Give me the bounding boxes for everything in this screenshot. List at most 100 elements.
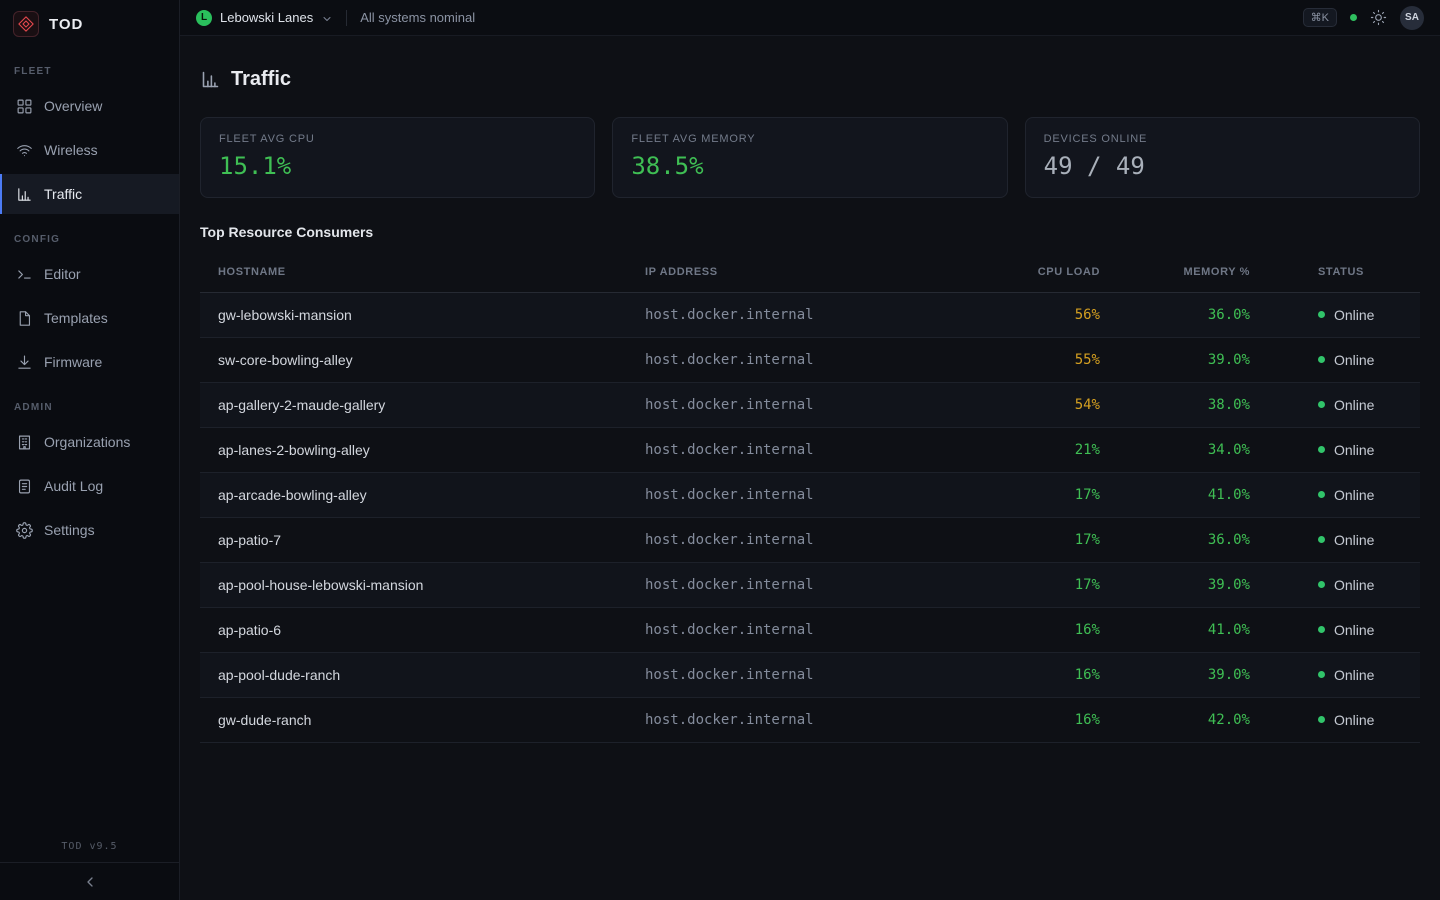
table-row[interactable]: ap-lanes-2-bowling-alley host.docker.int… [200, 427, 1420, 472]
chevron-left-icon [82, 874, 98, 890]
ip-address-cell: host.docker.internal [645, 517, 975, 562]
sidebar-item-organizations[interactable]: Organizations [0, 422, 179, 462]
hostname-cell: ap-pool-house-lebowski-mansion [200, 562, 645, 607]
section-label-config: CONFIG [0, 216, 179, 252]
status-label: Online [1334, 622, 1374, 638]
org-switcher[interactable]: L Lebowski Lanes [196, 10, 333, 26]
status-cell: Online [1250, 427, 1420, 472]
command-palette-shortcut[interactable]: ⌘K [1303, 8, 1337, 27]
hostname-cell: ap-gallery-2-maude-gallery [200, 382, 645, 427]
topbar-right-cluster: ⌘K SA [1303, 6, 1424, 30]
bar-chart-icon [16, 186, 33, 203]
online-dot-icon [1318, 446, 1325, 453]
table-row[interactable]: sw-core-bowling-alley host.docker.intern… [200, 337, 1420, 382]
ip-address-cell: host.docker.internal [645, 472, 975, 517]
sidebar-item-traffic[interactable]: Traffic [0, 174, 179, 214]
hostname-cell: ap-pool-dude-ranch [200, 652, 645, 697]
stat-card-fleet-avg-cpu: FLEET AVG CPU 15.1% [200, 117, 595, 198]
status-cell: Online [1250, 652, 1420, 697]
sidebar-item-label: Overview [44, 98, 102, 114]
status-label: Online [1334, 397, 1374, 413]
table-row[interactable]: ap-patio-6 host.docker.internal 16% 41.0… [200, 607, 1420, 652]
memory-cell: 41.0% [1100, 472, 1250, 517]
stat-card-devices-online: DEVICES ONLINE 49 / 49 [1025, 117, 1420, 198]
memory-cell: 39.0% [1100, 562, 1250, 607]
status-cell: Online [1250, 292, 1420, 337]
hostname-cell: gw-dude-ranch [200, 697, 645, 742]
cpu-load-cell: 56% [975, 292, 1100, 337]
brand-row: TOD [0, 0, 179, 48]
sidebar-item-audit-log[interactable]: Audit Log [0, 466, 179, 506]
sidebar-item-overview[interactable]: Overview [0, 86, 179, 126]
status-label: Online [1334, 532, 1374, 548]
page-title: Traffic [231, 68, 291, 91]
table-row[interactable]: ap-patio-7 host.docker.internal 17% 36.0… [200, 517, 1420, 562]
app-logo-icon [13, 11, 39, 37]
online-dot-icon [1318, 536, 1325, 543]
hostname-cell: ap-lanes-2-bowling-alley [200, 427, 645, 472]
cpu-load-cell: 17% [975, 562, 1100, 607]
ip-address-cell: host.docker.internal [645, 337, 975, 382]
online-dot-icon [1318, 716, 1325, 723]
table-row[interactable]: ap-arcade-bowling-alley host.docker.inte… [200, 472, 1420, 517]
online-dot-icon [1318, 671, 1325, 678]
sun-icon[interactable] [1370, 9, 1387, 26]
sidebar: TOD FLEET Overview Wireless Traffic CONF… [0, 0, 180, 900]
cpu-load-cell: 55% [975, 337, 1100, 382]
user-avatar[interactable]: SA [1400, 6, 1424, 30]
sidebar-item-label: Traffic [44, 186, 82, 202]
hostname-cell: sw-core-bowling-alley [200, 337, 645, 382]
ip-address-cell: host.docker.internal [645, 697, 975, 742]
top-bar: L Lebowski Lanes All systems nominal ⌘K … [180, 0, 1440, 36]
sidebar-item-label: Firmware [44, 354, 102, 370]
cpu-load-cell: 16% [975, 697, 1100, 742]
wifi-icon [16, 142, 33, 159]
cpu-load-cell: 54% [975, 382, 1100, 427]
health-dot-icon [1350, 14, 1357, 21]
file-icon [16, 310, 33, 327]
sidebar-item-wireless[interactable]: Wireless [0, 130, 179, 170]
sidebar-item-firmware[interactable]: Firmware [0, 342, 179, 382]
status-label: Online [1334, 712, 1374, 728]
sidebar-item-templates[interactable]: Templates [0, 298, 179, 338]
table-row[interactable]: ap-pool-house-lebowski-mansion host.dock… [200, 562, 1420, 607]
ip-address-cell: host.docker.internal [645, 562, 975, 607]
table-row[interactable]: ap-pool-dude-ranch host.docker.internal … [200, 652, 1420, 697]
memory-cell: 36.0% [1100, 292, 1250, 337]
cpu-load-cell: 16% [975, 652, 1100, 697]
status-label: Online [1334, 352, 1374, 368]
online-dot-icon [1318, 626, 1325, 633]
memory-cell: 34.0% [1100, 427, 1250, 472]
stat-label: FLEET AVG MEMORY [631, 133, 988, 145]
memory-cell: 41.0% [1100, 607, 1250, 652]
table-section-title: Top Resource Consumers [200, 224, 1420, 240]
terminal-icon [16, 266, 33, 283]
table-row[interactable]: gw-dude-ranch host.docker.internal 16% 4… [200, 697, 1420, 742]
cpu-load-cell: 17% [975, 517, 1100, 562]
stat-label: DEVICES ONLINE [1044, 133, 1401, 145]
stat-label: FLEET AVG CPU [219, 133, 576, 145]
col-header-hostname: HOSTNAME [200, 252, 645, 292]
memory-cell: 39.0% [1100, 652, 1250, 697]
sidebar-item-label: Templates [44, 310, 108, 326]
bar-chart-icon [200, 69, 221, 90]
ip-address-cell: host.docker.internal [645, 292, 975, 337]
status-cell: Online [1250, 337, 1420, 382]
col-header-memory: MEMORY % [1100, 252, 1250, 292]
table-row[interactable]: gw-lebowski-mansion host.docker.internal… [200, 292, 1420, 337]
gear-icon [16, 522, 33, 539]
sidebar-item-editor[interactable]: Editor [0, 254, 179, 294]
status-cell: Online [1250, 382, 1420, 427]
status-cell: Online [1250, 607, 1420, 652]
main-content: Traffic FLEET AVG CPU 15.1% FLEET AVG ME… [180, 36, 1440, 900]
grid-icon [16, 98, 33, 115]
sidebar-item-settings[interactable]: Settings [0, 510, 179, 550]
status-cell: Online [1250, 562, 1420, 607]
content-column: L Lebowski Lanes All systems nominal ⌘K … [180, 0, 1440, 900]
status-label: Online [1334, 307, 1374, 323]
cpu-load-cell: 21% [975, 427, 1100, 472]
table-row[interactable]: ap-gallery-2-maude-gallery host.docker.i… [200, 382, 1420, 427]
hostname-cell: ap-patio-7 [200, 517, 645, 562]
app-version: TOD v9.5 [0, 831, 179, 862]
sidebar-collapse-button[interactable] [0, 862, 179, 900]
